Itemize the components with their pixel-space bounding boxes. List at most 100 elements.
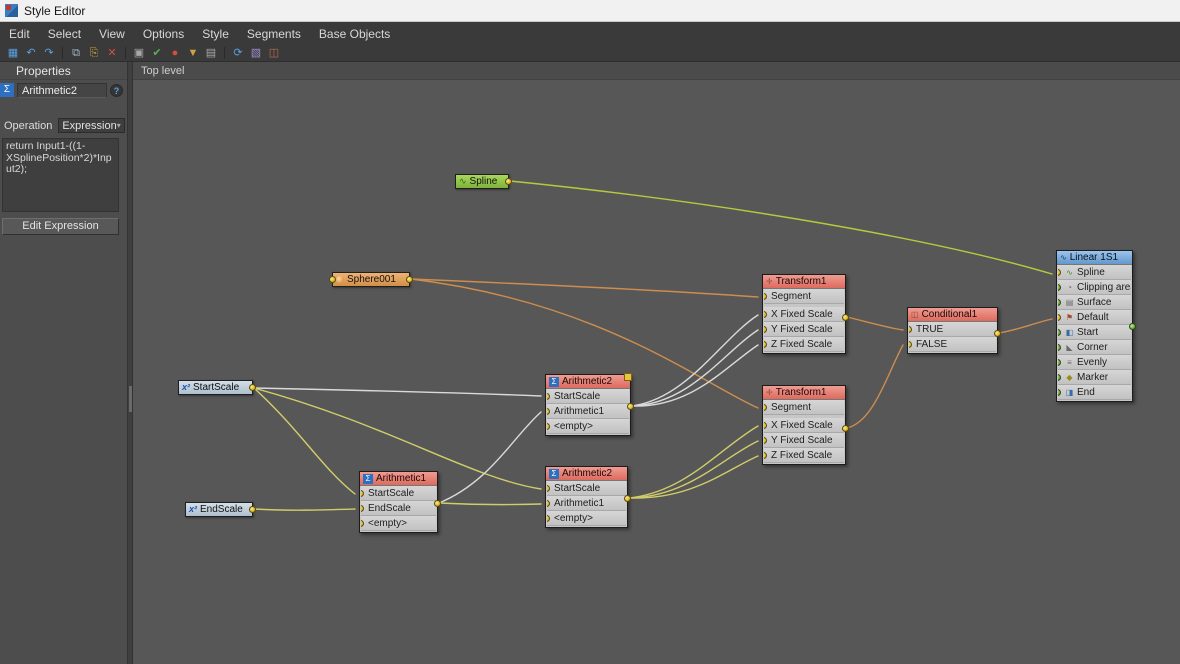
node-linear-1s1[interactable]: ∿ Linear 1S1 ∿ Spline ◔ Clipping area ▤ Sur… bbox=[1056, 250, 1136, 402]
refresh-icon[interactable]: ⟳ bbox=[229, 46, 247, 61]
input-port[interactable] bbox=[1058, 359, 1061, 366]
slot-true[interactable]: TRUE bbox=[909, 322, 996, 337]
input-port[interactable] bbox=[909, 326, 912, 333]
input-port[interactable] bbox=[547, 423, 550, 430]
slot-z-fixed-scale[interactable]: Z Fixed Scale bbox=[764, 448, 844, 463]
input-port[interactable] bbox=[361, 490, 364, 497]
output-port[interactable] bbox=[249, 506, 256, 513]
slot-empty[interactable]: <empty> bbox=[361, 516, 436, 531]
layout-icon[interactable]: ▧ bbox=[247, 46, 265, 61]
output-port[interactable] bbox=[434, 500, 441, 507]
node-transform1-lower[interactable]: ✛ Transform1 Segment X Fixed Scale Y Fix… bbox=[762, 385, 849, 465]
redo-icon[interactable]: ↷ bbox=[40, 46, 58, 61]
slot-segment[interactable]: Segment bbox=[764, 400, 844, 415]
slot-false[interactable]: FALSE bbox=[909, 337, 996, 352]
menu-view[interactable]: View bbox=[90, 24, 134, 44]
input-port[interactable] bbox=[547, 485, 550, 492]
delete-icon[interactable]: ✕ bbox=[103, 46, 121, 61]
input-port[interactable] bbox=[547, 408, 550, 415]
slot-clipping-area[interactable]: ◔ Clipping area bbox=[1058, 280, 1131, 295]
input-port[interactable] bbox=[1058, 284, 1061, 291]
undo-icon[interactable]: ↶ bbox=[22, 46, 40, 61]
input-port[interactable] bbox=[1058, 389, 1061, 396]
output-port[interactable] bbox=[1129, 323, 1136, 330]
input-port[interactable] bbox=[1058, 299, 1061, 306]
input-port[interactable] bbox=[1058, 314, 1061, 321]
slot-empty[interactable]: <empty> bbox=[547, 419, 629, 434]
slot-arithmetic1[interactable]: Arithmetic1 bbox=[547, 404, 629, 419]
slot-arithmetic1[interactable]: Arithmetic1 bbox=[547, 496, 626, 511]
input-port[interactable] bbox=[547, 500, 550, 507]
input-port[interactable] bbox=[764, 341, 767, 348]
commit-icon[interactable]: ✔ bbox=[148, 46, 166, 61]
slot-marker[interactable]: ◆ Marker bbox=[1058, 370, 1131, 385]
slot-end[interactable]: ◨ End bbox=[1058, 385, 1131, 400]
slot-surface[interactable]: ▤ Surface bbox=[1058, 295, 1131, 310]
filter-icon[interactable]: ▼ bbox=[184, 46, 202, 61]
input-port[interactable] bbox=[764, 404, 767, 411]
node-name-field[interactable]: Arithmetic2 bbox=[17, 82, 107, 98]
slot-startscale[interactable]: StartScale bbox=[547, 481, 626, 496]
slot-startscale[interactable]: StartScale bbox=[547, 389, 629, 404]
input-port[interactable] bbox=[1058, 374, 1061, 381]
input-port[interactable] bbox=[764, 437, 767, 444]
menu-options[interactable]: Options bbox=[134, 24, 193, 44]
input-port[interactable] bbox=[909, 341, 912, 348]
trash-icon[interactable]: ▤ bbox=[202, 46, 220, 61]
output-port[interactable] bbox=[627, 403, 634, 410]
node-arithmetic1[interactable]: Σ Arithmetic1 StartScale EndScale <empty… bbox=[359, 471, 441, 533]
tab-top-level[interactable]: Top level bbox=[141, 65, 184, 77]
menu-segments[interactable]: Segments bbox=[238, 24, 310, 44]
properties-tab[interactable]: Properties bbox=[0, 62, 127, 80]
input-port[interactable] bbox=[764, 293, 767, 300]
input-port[interactable] bbox=[361, 505, 364, 512]
node-sphere001[interactable]: Sphere001 bbox=[329, 272, 413, 287]
input-port[interactable] bbox=[547, 515, 550, 522]
menu-base-objects[interactable]: Base Objects bbox=[310, 24, 399, 44]
output-port[interactable] bbox=[842, 314, 849, 321]
input-port[interactable] bbox=[329, 276, 336, 283]
node-conditional1[interactable]: ◫ Conditional1 TRUE FALSE bbox=[907, 307, 1001, 354]
slot-corner[interactable]: ◣ Corner bbox=[1058, 340, 1131, 355]
slot-start[interactable]: ◧ Start bbox=[1058, 325, 1131, 340]
output-port[interactable] bbox=[406, 276, 413, 283]
input-port[interactable] bbox=[764, 452, 767, 459]
node-graph-canvas[interactable]: Top level bbox=[133, 62, 1180, 664]
menu-edit[interactable]: Edit bbox=[0, 24, 39, 44]
menu-style[interactable]: Style bbox=[193, 24, 238, 44]
output-port[interactable] bbox=[624, 495, 631, 502]
input-port[interactable] bbox=[547, 393, 550, 400]
help-icon[interactable]: ? bbox=[110, 83, 123, 97]
paste-icon[interactable]: ⎘ bbox=[85, 46, 103, 61]
node-endscale[interactable]: x² EndScale bbox=[185, 502, 256, 517]
splitter-handle[interactable] bbox=[129, 386, 132, 412]
slot-z-fixed-scale[interactable]: Z Fixed Scale bbox=[764, 337, 844, 352]
node-arithmetic2-main[interactable]: Σ Arithmetic2 StartScale Arithmetic1 <em… bbox=[545, 373, 634, 436]
output-port[interactable] bbox=[505, 178, 512, 185]
node-startscale[interactable]: x² StartScale bbox=[178, 380, 256, 395]
input-port[interactable] bbox=[1058, 329, 1061, 336]
output-port[interactable] bbox=[249, 384, 256, 391]
output-port[interactable] bbox=[842, 425, 849, 432]
node-transform1-upper[interactable]: ✛ Transform1 Segment X Fixed Scale Y Fix… bbox=[762, 274, 849, 354]
slot-startscale[interactable]: StartScale bbox=[361, 486, 436, 501]
slot-spline[interactable]: ∿ Spline bbox=[1058, 265, 1131, 280]
slot-evenly[interactable]: ≡ Evenly bbox=[1058, 355, 1131, 370]
abort-icon[interactable]: ● bbox=[166, 46, 184, 61]
input-port[interactable] bbox=[1058, 344, 1061, 351]
operation-dropdown[interactable]: Expression ▾ bbox=[58, 118, 125, 133]
copy-icon[interactable]: ⧉ bbox=[67, 46, 85, 61]
new-style-icon[interactable]: ▦ bbox=[4, 46, 22, 61]
report-icon[interactable]: ◫ bbox=[265, 46, 283, 61]
input-port[interactable] bbox=[764, 326, 767, 333]
menu-select[interactable]: Select bbox=[39, 24, 90, 44]
node-spline[interactable]: ∿ Spline bbox=[455, 174, 512, 189]
slot-x-fixed-scale[interactable]: X Fixed Scale bbox=[764, 307, 844, 322]
slot-endscale[interactable]: EndScale bbox=[361, 501, 436, 516]
output-port[interactable] bbox=[994, 330, 1001, 337]
slot-y-fixed-scale[interactable]: Y Fixed Scale bbox=[764, 322, 844, 337]
expression-preview[interactable]: return Input1-((1- XSplinePosition*2)*In… bbox=[2, 138, 119, 212]
input-port[interactable] bbox=[361, 520, 364, 527]
input-port[interactable] bbox=[764, 311, 767, 318]
snapshot-icon[interactable]: ▣ bbox=[130, 46, 148, 61]
